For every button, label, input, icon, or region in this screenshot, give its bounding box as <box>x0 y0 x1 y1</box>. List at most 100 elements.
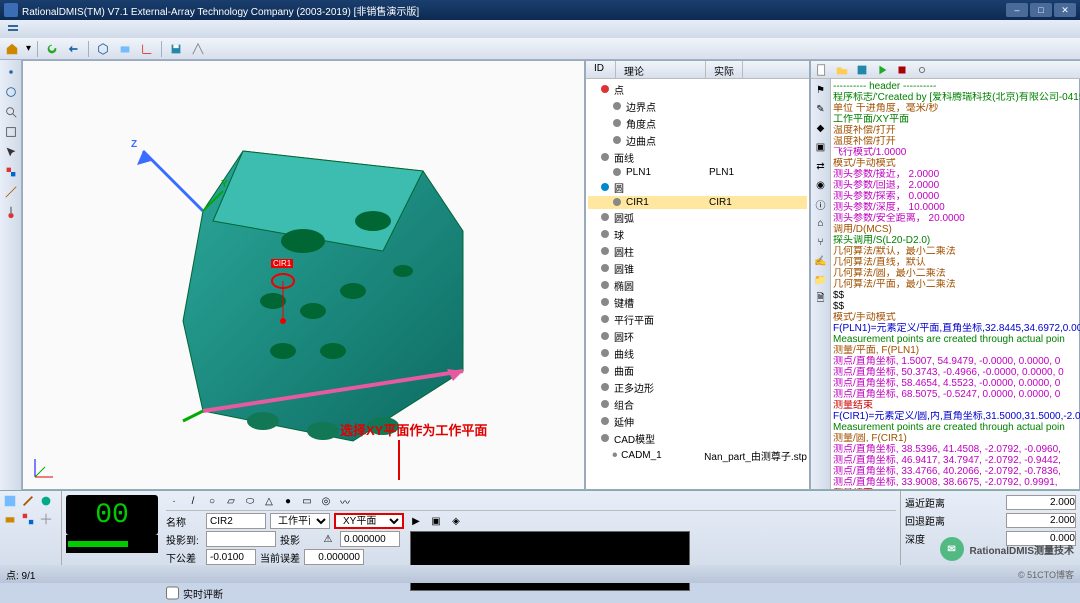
code-line[interactable]: 测量/圆, F(CIR1) <box>833 433 1080 444</box>
proj-input[interactable] <box>340 531 400 547</box>
tree-node[interactable]: CADM_1Nan_part_由测尊子.stp <box>588 447 807 464</box>
opt1-icon[interactable]: ▣ <box>428 513 444 529</box>
code-line[interactable]: 测头参数/接近， 2.0000 <box>833 169 1080 180</box>
torus-icon[interactable]: ◎ <box>318 494 334 510</box>
code-line[interactable]: 测量/平面, F(PLN1) <box>833 345 1080 356</box>
doc-icon[interactable]: 🗎 <box>813 291 829 307</box>
curve-icon[interactable]: 〰 <box>337 494 353 510</box>
tree-node[interactable]: 圆环 <box>588 328 807 345</box>
gear-icon[interactable] <box>914 62 930 78</box>
panel-icon-2[interactable] <box>20 493 36 509</box>
run-icon[interactable] <box>874 62 890 78</box>
code-line[interactable]: 测点/直角坐标, 68.5075, -0.5247, 0.0000, 0.000… <box>833 389 1080 400</box>
home-icon[interactable] <box>4 41 20 57</box>
maximize-button[interactable]: □ <box>1030 3 1052 17</box>
tree-node[interactable]: 延伸 <box>588 413 807 430</box>
code-line[interactable]: 探头调用/S(L20-D2.0) <box>833 235 1080 246</box>
tree-node[interactable]: 边界点 <box>588 98 807 115</box>
cad-model[interactable]: CIR1 Z Y <box>123 121 503 461</box>
comment-icon[interactable]: ✎ <box>813 101 829 117</box>
tree-node[interactable]: CIR1CIR1 <box>588 196 807 209</box>
tree-node[interactable]: 平行平面 <box>588 311 807 328</box>
new-icon[interactable] <box>814 62 830 78</box>
probe-icon[interactable] <box>3 204 19 220</box>
rotate-icon[interactable] <box>3 84 19 100</box>
code-line[interactable]: $$ <box>833 290 1080 301</box>
probe2-icon[interactable]: ◉ <box>813 177 829 193</box>
slot-icon[interactable]: ▭ <box>299 494 315 510</box>
diamond-icon[interactable]: ◆ <box>813 120 829 136</box>
code-line[interactable]: 调用/D(MCS) <box>833 224 1080 235</box>
save-icon[interactable] <box>168 41 184 57</box>
axis-icon[interactable] <box>139 41 155 57</box>
code-line[interactable]: 几何算法/默认，最小二乘法 <box>833 246 1080 257</box>
code-line[interactable]: 测头参数/深度， 10.0000 <box>833 202 1080 213</box>
tree-node[interactable]: 圆锥 <box>588 260 807 277</box>
code-line[interactable]: 几何算法/平面，最小二乘法 <box>833 279 1080 290</box>
3d-viewport[interactable]: CIR1 Z Y <box>22 60 585 490</box>
menu-icon[interactable] <box>6 22 20 36</box>
tree-node[interactable]: 椭圆 <box>588 277 807 294</box>
zoom-icon[interactable] <box>3 104 19 120</box>
code-line[interactable]: 程序标志/'Created by [爱科腾瑞科技(北京)有限公司-0415 <box>833 92 1080 103</box>
tree-node[interactable]: 组合 <box>588 396 807 413</box>
cone-icon[interactable]: △ <box>261 494 277 510</box>
panel-icon-1[interactable] <box>2 493 18 509</box>
workplane-select[interactable]: XY平面 <box>334 513 404 529</box>
code-line[interactable]: 单位 千进角度，毫米/秒 <box>833 103 1080 114</box>
panel-icon-6[interactable] <box>38 511 54 527</box>
tree-node[interactable]: 面线 <box>588 149 807 166</box>
plane-feat-icon[interactable]: ▱ <box>223 494 239 510</box>
code-line[interactable]: F(PLN1)=元素定义/平面,直角坐标,32.8445,34.6972,0.0… <box>833 323 1080 334</box>
tree-node[interactable]: 角度点 <box>588 115 807 132</box>
code-line[interactable]: 温度补偿/打开 <box>833 125 1080 136</box>
code-line[interactable]: Measurement points are created through a… <box>833 334 1080 345</box>
tree-node[interactable]: 边曲点 <box>588 132 807 149</box>
branch-icon[interactable]: ⑂ <box>813 234 829 250</box>
cyl-icon[interactable]: ⬭ <box>242 494 258 510</box>
tree-node[interactable]: PLN1PLN1 <box>588 166 807 179</box>
apply-icon[interactable]: ▶ <box>408 513 424 529</box>
note-icon[interactable]: ✍ <box>813 253 829 269</box>
feature-tag[interactable]: CIR1 <box>271 259 293 268</box>
panel-icon-4[interactable] <box>2 511 18 527</box>
code-line[interactable]: F(CIR1)=元素定义/圆,内,直角坐标,31.5000,31.5000,-2… <box>833 411 1080 422</box>
approach-input[interactable] <box>1006 495 1076 510</box>
tree-node[interactable]: 点 <box>588 81 807 98</box>
tree-node[interactable]: 圆柱 <box>588 243 807 260</box>
code-line[interactable]: 测点/直角坐标, 1.5007, 54.9479, -0.0000, 0.000… <box>833 356 1080 367</box>
flag-icon[interactable]: ⚑ <box>813 82 829 98</box>
save2-icon[interactable] <box>854 62 870 78</box>
tree-node[interactable]: 圆弧 <box>588 209 807 226</box>
code-line[interactable]: $$ <box>833 301 1080 312</box>
retract-input[interactable] <box>1006 513 1076 528</box>
panel-icon-3[interactable] <box>38 493 54 509</box>
code-line[interactable]: 测头参数/回退， 2.0000 <box>833 180 1080 191</box>
close-button[interactable]: ✕ <box>1054 3 1076 17</box>
code-line[interactable]: 几何算法/圆，最小二乘法 <box>833 268 1080 279</box>
folder-icon[interactable]: 📁 <box>813 272 829 288</box>
code-line[interactable]: 测头参数/安全距离， 20.0000 <box>833 213 1080 224</box>
workplane-type-select[interactable]: 工作平面 <box>270 513 330 529</box>
axis2-icon[interactable] <box>190 41 206 57</box>
refresh-icon[interactable] <box>44 41 60 57</box>
tree-node[interactable]: 正多边形 <box>588 379 807 396</box>
pt-icon[interactable]: · <box>166 494 182 510</box>
code-line[interactable]: 测点/直角坐标, 33.4766, 40.2066, -2.0792, -0.7… <box>833 466 1080 477</box>
tree-node[interactable]: CAD模型 <box>588 430 807 447</box>
measure-icon[interactable] <box>3 184 19 200</box>
tree-node[interactable]: 曲面 <box>588 362 807 379</box>
code-line[interactable]: 测点/直角坐标, 58.4654, 4.5523, -0.0000, 0.000… <box>833 378 1080 389</box>
line-icon[interactable]: / <box>185 494 201 510</box>
fit-icon[interactable] <box>3 124 19 140</box>
home2-icon[interactable]: ⌂ <box>813 215 829 231</box>
code-line[interactable]: 测点/直角坐标, 46.9417, 34.7947, -2.0792, -0.9… <box>833 455 1080 466</box>
code-line[interactable]: Measurement points are created through a… <box>833 422 1080 433</box>
program-code[interactable]: ---------- header ---------- 程序标志/'Creat… <box>831 79 1080 489</box>
dropdown-icon[interactable]: ▾ <box>26 43 31 54</box>
pan-icon[interactable] <box>3 64 19 80</box>
color-icon[interactable] <box>3 164 19 180</box>
opt2-icon[interactable]: ◈ <box>448 513 464 529</box>
info-icon[interactable]: ⓘ <box>813 196 829 212</box>
sphere-icon[interactable]: ● <box>280 494 296 510</box>
